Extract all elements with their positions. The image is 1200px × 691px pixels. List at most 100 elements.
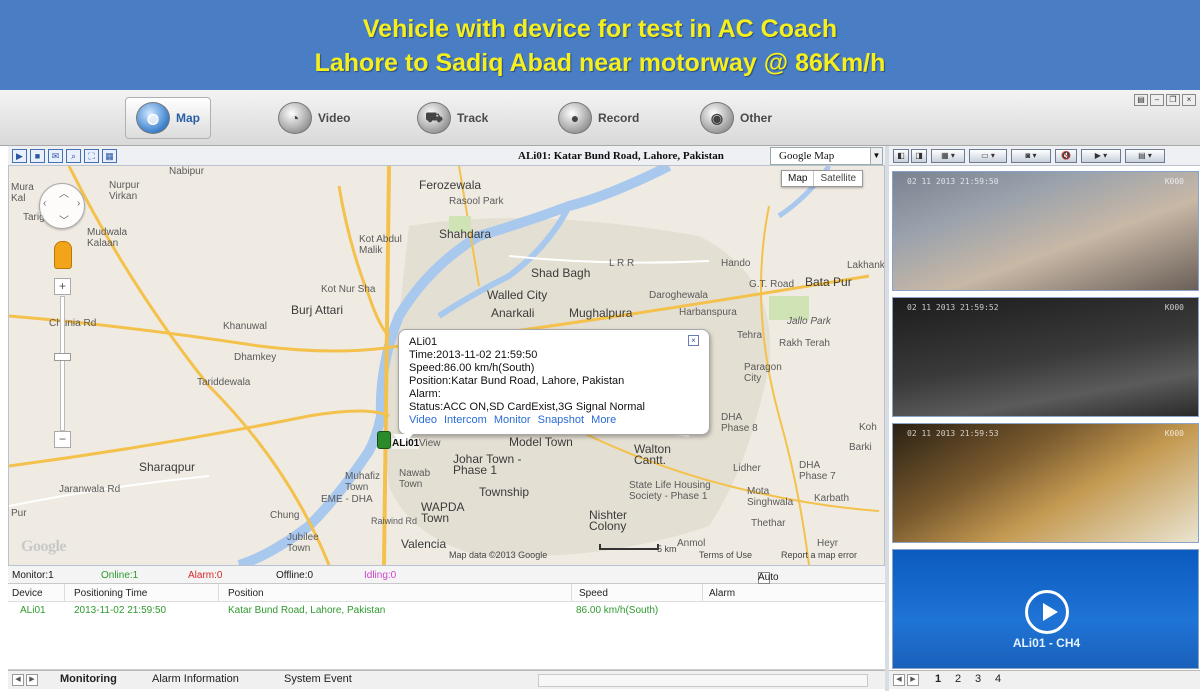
page-scroll-left-icon[interactable]: ◀ [893,674,905,686]
pan-right-icon[interactable]: › [77,198,80,209]
place-label: Thethar [751,518,786,529]
zoom-in-button[interactable]: + [54,278,71,295]
video-layout-icon[interactable]: ▦ ▾ [931,149,965,163]
pan-down-icon[interactable]: ﹀ [59,212,69,227]
popup-video-link[interactable]: Video [409,414,437,426]
place-label: State Life Housing Society - Phase 1 [629,480,711,502]
close-icon[interactable]: × [688,335,699,346]
video-page-1[interactable]: 1 [935,673,941,685]
vehicle-marker-label: ALi01 [392,438,420,449]
search-tool-icon[interactable]: ⌕ [66,149,81,163]
monitor-status-bar: Monitor:1 Online:1 Alarm:0 Offline:0 Idl… [8,565,885,594]
map-scale-bar [599,544,659,550]
video-prev-icon[interactable]: ◧ [893,149,909,163]
tab-system-event[interactable]: System Event [284,673,352,685]
video-page-4[interactable]: 4 [995,673,1001,685]
horizontal-scrollbar[interactable] [538,674,868,687]
column-header-alarm[interactable]: Alarm [709,588,735,599]
video-channel-label: ALi01 - CH4 [1012,636,1081,650]
zoom-slider-handle[interactable] [54,353,71,361]
pan-up-icon[interactable]: ︿ [59,185,69,200]
pan-control[interactable]: ︿ ‹ › ﹀ [39,183,85,229]
map-type-satellite-button[interactable]: Satellite [813,171,862,186]
other-button[interactable]: ◉ Other [690,97,782,139]
zoom-out-button[interactable]: − [54,431,71,448]
track-button[interactable]: ⛟ Track [407,97,498,139]
chevron-down-icon: ▼ [870,148,882,164]
play-icon[interactable] [1025,590,1069,634]
video-channel-4[interactable]: ALi01 - CH4 [892,549,1199,669]
place-label: Raiwind Rd [371,516,418,526]
terms-of-use-link[interactable]: Terms of Use [699,550,752,560]
layout-icon[interactable]: ▤ [1134,94,1148,106]
map-source-select[interactable]: Google Map ▼ [770,147,883,165]
place-label: Tehra [737,330,763,341]
popup-position: Position:Katar Bund Road, Lahore, Pakist… [409,375,625,387]
map-type-map-button[interactable]: Map [782,171,813,186]
street-view-pegman-icon[interactable] [54,241,72,269]
video-page-2[interactable]: 2 [955,673,961,685]
tab-scroll-right-icon[interactable]: ▶ [26,674,38,686]
video-channel-2[interactable]: 02 11 2013 21:59:52 K000 [892,297,1199,417]
place-label: DHA Phase 8 [721,412,758,434]
video-mute-icon[interactable]: 🔇 [1055,149,1077,163]
tab-monitoring[interactable]: Monitoring [60,673,117,685]
video-channel-1[interactable]: 02 11 2013 21:59:50 K000 [892,171,1199,291]
video-button[interactable]: ◔ Video [268,97,360,139]
popup-snapshot-link[interactable]: Snapshot [538,414,584,426]
place-label: Nishter Colony [589,508,628,533]
tab-alarm-information[interactable]: Alarm Information [152,673,239,685]
main-toolbar: ◍ Map ◔ Video ⛟ Track ● Record ◉ Other ▤… [0,90,1200,146]
zoom-control: + − [54,278,71,448]
record-button[interactable]: ● Record [548,97,649,139]
place-label: Rasool Park [449,196,504,207]
video-more-icon[interactable]: ▤ ▾ [1125,149,1165,163]
column-header-position[interactable]: Position [228,588,264,599]
popup-intercom-link[interactable]: Intercom [444,414,487,426]
vehicle-marker-icon[interactable] [377,431,391,449]
place-label: Mura Kal [11,182,34,204]
close-icon[interactable]: × [1182,94,1196,106]
pan-left-icon[interactable]: ‹ [43,198,46,209]
popup-monitor-link[interactable]: Monitor [494,414,531,426]
place-label: Daroghewala [649,290,708,301]
video-window-icon[interactable]: ▭ ▾ [969,149,1007,163]
layout-tool-icon[interactable]: ▦ [102,149,117,163]
table-header: Device Positioning Time Position Speed A… [8,584,885,602]
place-label: Barki [849,442,872,453]
envelope-tool-icon[interactable]: ✉ [48,149,63,163]
video-page-3[interactable]: 3 [975,673,981,685]
popup-time: Time:2013-11-02 21:59:50 [409,349,538,361]
tab-scroll-left-icon[interactable]: ◀ [12,674,24,686]
place-label: Mughalpura [569,306,633,320]
popup-more-link[interactable]: More [591,414,616,426]
place-label: Walled City [487,288,548,302]
minimize-icon[interactable]: – [1150,94,1164,106]
pointer-tool-icon[interactable]: ▶ [12,149,27,163]
zoom-slider-track[interactable] [60,296,65,431]
rectangle-tool-icon[interactable]: ■ [30,149,45,163]
place-label: Muhafiz Town [345,471,381,493]
place-label: Dhamkey [234,352,277,363]
restore-icon[interactable]: ❐ [1166,94,1180,106]
video-osd-time: 02 11 2013 21:59:50 [907,177,999,186]
place-label: Ferozewala [419,178,482,192]
video-button-label: Video [318,111,351,125]
report-map-error-link[interactable]: Report a map error [781,550,857,560]
page-scroll-right-icon[interactable]: ▶ [907,674,919,686]
video-osd-speed: K000 [1164,429,1184,438]
column-header-positioning-time[interactable]: Positioning Time [74,588,147,599]
video-play-icon[interactable]: ▶ ▾ [1081,149,1121,163]
place-label: WAPDA Town [421,500,464,525]
video-next-icon[interactable]: ◨ [911,149,927,163]
online-count: Online:1 [101,570,139,581]
video-snapshot-icon[interactable]: ◙ ▾ [1011,149,1051,163]
map-view[interactable]: Nabipur Mura Kal Nurpur Virkan Tarig Fer… [8,166,885,565]
record-icon: ● [558,102,592,134]
column-header-speed[interactable]: Speed [579,588,608,599]
column-header-device[interactable]: Device [12,588,43,599]
map-button[interactable]: ◍ Map [125,97,211,139]
video-channel-3[interactable]: 02 11 2013 21:59:53 K000 [892,423,1199,543]
place-label: Shahdara [439,227,492,241]
fullscreen-tool-icon[interactable]: ⛶ [84,149,99,163]
